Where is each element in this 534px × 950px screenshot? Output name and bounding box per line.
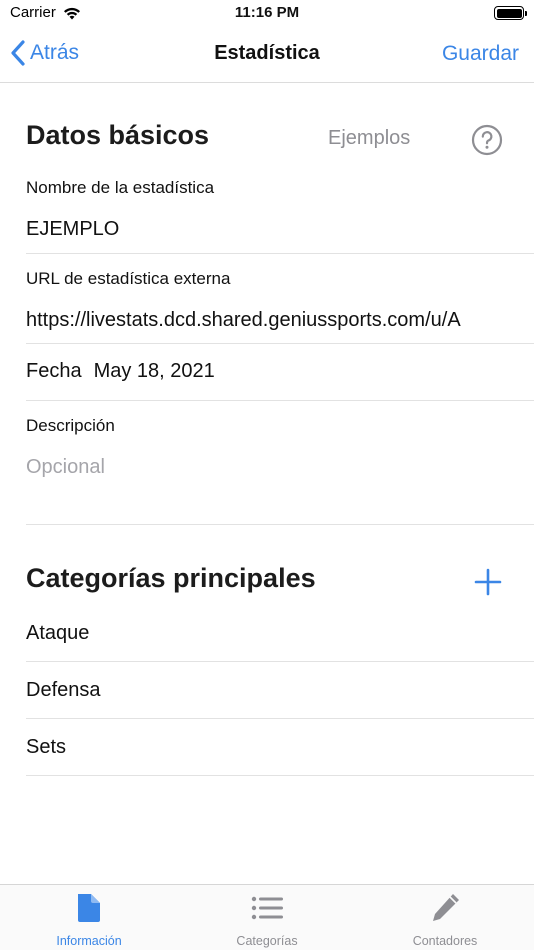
help-icon[interactable] — [471, 124, 503, 156]
description-field[interactable]: Opcional — [26, 456, 508, 479]
date-row[interactable]: Fecha May 18, 2021 — [26, 360, 215, 383]
category-item-defensa[interactable]: Defensa — [26, 679, 101, 702]
document-icon — [78, 894, 100, 922]
battery-icon — [494, 6, 527, 20]
navigation-bar: Atrás Estadística Guardar — [0, 28, 534, 83]
divider — [26, 253, 534, 254]
description-label: Descripción — [26, 416, 115, 435]
add-category-icon[interactable] — [474, 568, 502, 596]
divider — [26, 661, 534, 662]
external-url-label: URL de estadística externa — [26, 269, 231, 288]
basic-data-title: Datos básicos — [26, 120, 210, 150]
date-label: Fecha — [26, 360, 82, 382]
category-item-sets[interactable]: Sets — [26, 736, 66, 759]
stat-name-label: Nombre de la estadística — [26, 178, 215, 197]
tab-label: Contadores — [412, 934, 478, 948]
divider — [26, 343, 534, 344]
list-icon — [251, 896, 283, 920]
divider — [26, 718, 534, 719]
tab-label: Categorías — [236, 934, 298, 948]
save-button[interactable]: Guardar — [442, 42, 519, 66]
external-url-field[interactable]: https://livestats.dcd.shared.geniussport… — [26, 309, 508, 332]
tab-bar: Información Categorías Contadores — [0, 884, 534, 950]
category-item-ataque[interactable]: Ataque — [26, 622, 89, 645]
divider — [26, 400, 534, 401]
tab-categorias[interactable]: Categorías — [178, 891, 356, 948]
status-time: 11:16 PM — [234, 4, 300, 21]
divider — [26, 775, 534, 776]
examples-button[interactable]: Ejemplos — [328, 127, 410, 150]
divider — [26, 524, 534, 525]
tab-label: Información — [56, 934, 122, 948]
date-picker-value[interactable]: May 18, 2021 — [94, 360, 215, 383]
tab-contadores[interactable]: Contadores — [356, 891, 534, 948]
pencil-icon — [433, 894, 459, 921]
status-bar: Carrier 11:16 PM — [0, 0, 534, 28]
main-categories-title: Categorías principales — [26, 563, 316, 593]
tab-informacion[interactable]: Información — [0, 891, 178, 948]
stat-name-field[interactable]: EJEMPLO — [26, 218, 508, 241]
